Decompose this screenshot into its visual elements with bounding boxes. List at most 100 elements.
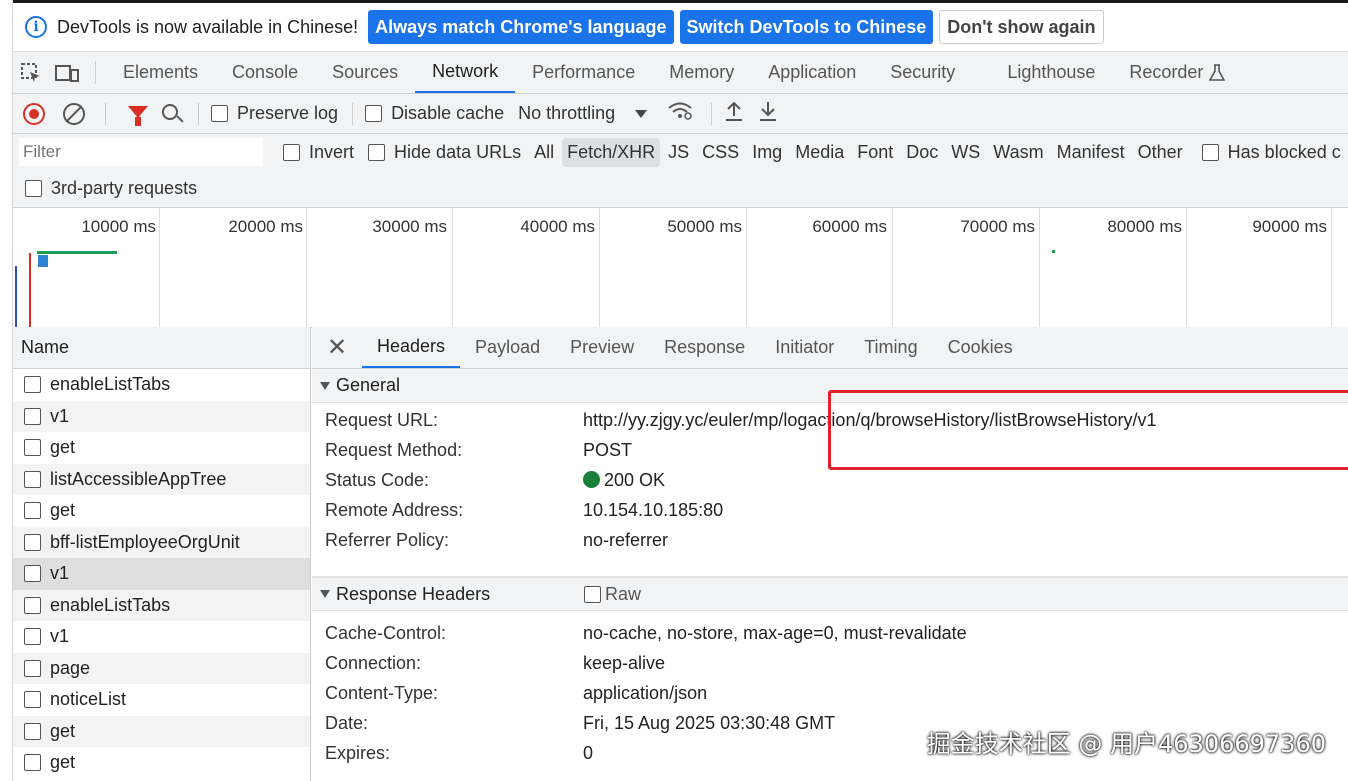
checkbox-box[interactable] (24, 470, 41, 488)
search-icon[interactable] (162, 103, 178, 120)
clear-icon[interactable] (63, 102, 85, 125)
tab-network[interactable]: Network (415, 52, 516, 93)
tab-timing[interactable]: Timing (849, 327, 932, 368)
hide-data-urls-checkbox[interactable]: Hide data URLs (368, 142, 521, 163)
timeline-overview[interactable]: 10000 ms 20000 ms 30000 ms 40000 ms 5000… (13, 208, 1348, 328)
request-name: get (50, 500, 76, 521)
request-row[interactable]: get (13, 495, 310, 527)
has-blocked-label: Has blocked c (1227, 141, 1341, 162)
checkbox-box[interactable] (24, 628, 41, 646)
request-name: get (50, 720, 76, 741)
third-party-checkbox[interactable]: 3rd-party requests (25, 178, 197, 199)
import-har-icon[interactable] (724, 100, 744, 128)
tab-recorder[interactable]: Recorder (1112, 52, 1242, 93)
filter-input[interactable] (19, 138, 263, 166)
tab-sources[interactable]: Sources (315, 52, 415, 93)
filter-type-font[interactable]: Font (852, 138, 898, 167)
chevron-down-icon[interactable] (635, 109, 648, 118)
checkbox-box[interactable] (24, 596, 41, 614)
request-row[interactable]: enableListTabs (13, 589, 310, 621)
tab-console[interactable]: Console (215, 52, 315, 93)
filter-type-js[interactable]: JS (663, 138, 694, 167)
header-key: Remote Address: (325, 499, 464, 520)
switch-language-button[interactable]: Switch DevTools to Chinese (679, 10, 934, 44)
tab-cookies[interactable]: Cookies (933, 327, 1028, 368)
has-blocked-checkbox[interactable]: Has blocked c (1201, 141, 1341, 163)
request-row[interactable]: get (13, 747, 310, 779)
filter-type-doc[interactable]: Doc (901, 138, 943, 167)
filter-type-wasm[interactable]: Wasm (988, 138, 1048, 167)
tab-performance[interactable]: Performance (515, 52, 652, 93)
inspect-element-icon[interactable] (13, 52, 49, 93)
invert-checkbox[interactable]: Invert (283, 142, 354, 163)
tab-payload[interactable]: Payload (460, 327, 555, 368)
tick-label: 40000 ms (520, 217, 595, 236)
tab-headers[interactable]: Headers (362, 327, 461, 368)
checkbox-box[interactable] (24, 754, 41, 772)
filter-type-css[interactable]: CSS (697, 138, 744, 167)
request-row[interactable]: noticeList (13, 684, 310, 716)
tab-initiator[interactable]: Initiator (760, 327, 849, 368)
checkbox-box[interactable] (584, 585, 601, 603)
filter-type-ws[interactable]: WS (946, 138, 985, 167)
request-row[interactable]: v1 (13, 400, 310, 432)
request-row[interactable]: page (13, 652, 310, 684)
record-stop-icon[interactable] (23, 102, 45, 125)
request-row[interactable]: listAccessibleAppTree (13, 463, 310, 495)
tab-response[interactable]: Response (649, 327, 760, 368)
tab-security[interactable]: Security (873, 52, 972, 93)
checkbox-box[interactable] (24, 502, 41, 520)
match-language-button[interactable]: Always match Chrome's language (368, 10, 674, 44)
checkbox-box[interactable] (24, 439, 41, 457)
checkbox-box[interactable] (365, 105, 383, 122)
header-value: application/json (583, 682, 708, 703)
disable-cache-checkbox[interactable]: Disable cache (365, 103, 504, 124)
tab-application[interactable]: Application (751, 52, 873, 93)
tab-preview[interactable]: Preview (555, 327, 649, 368)
request-row[interactable]: enableListTabs (13, 369, 310, 401)
timeline-column: 60000 ms (747, 208, 893, 328)
checkbox-box[interactable] (24, 691, 41, 709)
request-row-selected[interactable]: v1 (13, 558, 310, 590)
response-headers-section-header[interactable]: Response Headers Raw (312, 577, 1348, 611)
network-conditions-icon[interactable] (667, 101, 693, 127)
request-row[interactable]: get (13, 715, 310, 747)
tab-elements[interactable]: Elements (106, 52, 215, 93)
checkbox-box[interactable] (24, 407, 41, 425)
request-row[interactable]: bff-listEmployeeOrgUnit (13, 526, 310, 558)
tab-memory[interactable]: Memory (652, 52, 751, 93)
checkbox-box[interactable] (24, 533, 41, 551)
throttling-select[interactable]: No throttling (518, 103, 615, 124)
request-row[interactable]: v1 (13, 621, 310, 653)
filter-type-manifest[interactable]: Manifest (1052, 138, 1130, 167)
filter-type-fetch-xhr[interactable]: Fetch/XHR (562, 137, 661, 167)
name-column-header[interactable]: Name (13, 327, 310, 369)
timeline-column: 80000 ms (1040, 208, 1187, 328)
filter-type-other[interactable]: Other (1133, 138, 1188, 167)
checkbox-box[interactable] (25, 180, 42, 197)
filter-icon[interactable] (128, 105, 148, 126)
checkbox-box[interactable] (283, 143, 300, 161)
filter-type-all[interactable]: All (529, 138, 559, 167)
checkbox-box[interactable] (24, 722, 41, 740)
device-toolbar-icon[interactable] (49, 52, 85, 93)
dont-show-again-button[interactable]: Don't show again (939, 10, 1104, 44)
checkbox-box[interactable] (24, 565, 41, 583)
checkbox-box[interactable] (1201, 143, 1219, 161)
tab-lighthouse[interactable]: Lighthouse (972, 52, 1112, 93)
checkbox-box[interactable] (368, 143, 386, 161)
timeline-column: 40000 ms (453, 208, 600, 328)
checkbox-box[interactable] (211, 105, 228, 122)
close-icon[interactable]: ✕ (312, 327, 362, 368)
triangle-down-icon (320, 381, 330, 390)
network-toolbar: Preserve log Disable cache No throttling (13, 94, 1348, 134)
filter-type-img[interactable]: Img (747, 138, 787, 167)
preserve-log-checkbox[interactable]: Preserve log (211, 103, 338, 124)
request-row[interactable]: get (13, 432, 310, 464)
filter-type-media[interactable]: Media (790, 138, 849, 167)
export-har-icon[interactable] (758, 100, 778, 128)
raw-checkbox[interactable]: Raw (584, 584, 641, 605)
general-title: General (336, 375, 401, 395)
checkbox-box[interactable] (24, 659, 41, 677)
checkbox-box[interactable] (24, 376, 41, 394)
